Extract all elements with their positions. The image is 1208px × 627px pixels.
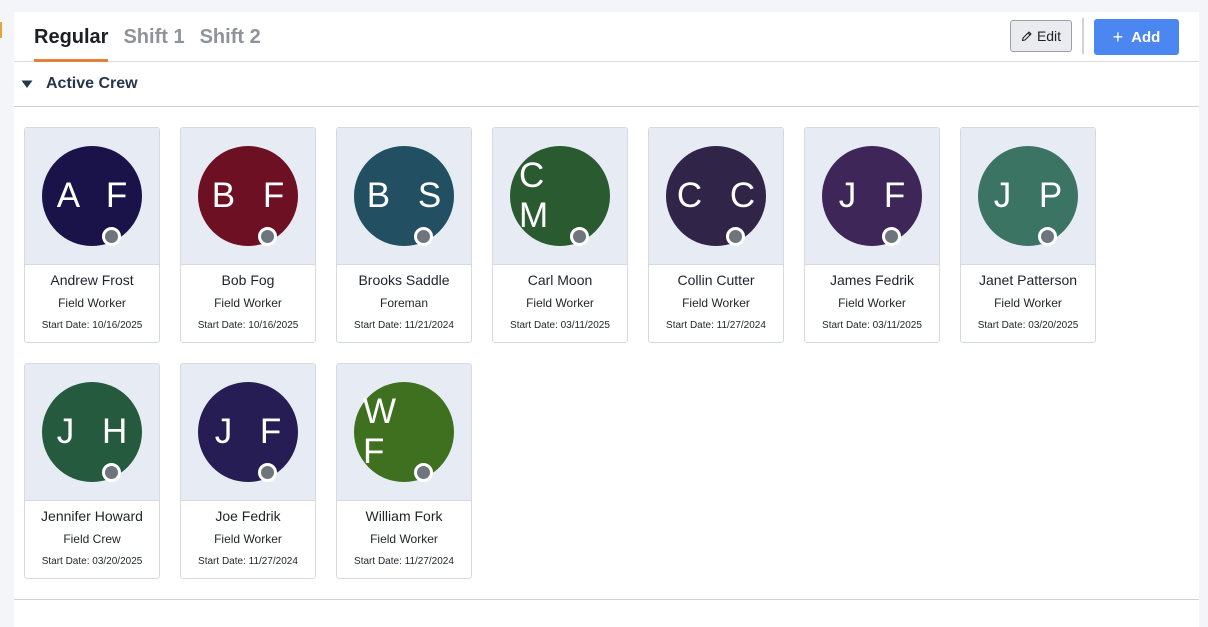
- crew-role: Field Worker: [526, 296, 594, 310]
- tab-shift-1[interactable]: Shift 1: [123, 24, 184, 62]
- crew-card[interactable]: C M Carl Moon Field Worker Start Date: 0…: [492, 127, 628, 343]
- crew-role: Field Worker: [838, 296, 906, 310]
- shift-tabs: Regular Shift 1 Shift 2: [34, 24, 261, 62]
- tab-header: Regular Shift 1 Shift 2 Edit + Add: [14, 12, 1199, 62]
- crew-start-date: Start Date: 10/16/2025: [41, 320, 143, 331]
- card-avatar-area: C M: [493, 128, 627, 265]
- crew-card[interactable]: B F Bob Fog Field Worker Start Date: 10/…: [180, 127, 316, 343]
- bottom-divider: [14, 599, 1199, 600]
- crew-start-date: Start Date: 03/11/2025: [510, 320, 610, 331]
- pencil-icon: [1021, 31, 1032, 42]
- caret-down-icon: [21, 80, 33, 88]
- avatar-initials: J H: [56, 412, 137, 451]
- avatar-initials: C M: [519, 156, 558, 235]
- card-avatar-area: W F: [337, 364, 471, 501]
- avatar: J F: [822, 146, 922, 246]
- status-indicator: [102, 463, 121, 482]
- tab-shift-2[interactable]: Shift 2: [200, 24, 261, 62]
- status-indicator: [258, 227, 277, 246]
- crew-card[interactable]: W F William Fork Field Worker Start Date…: [336, 363, 472, 579]
- crew-card[interactable]: B S Brooks Saddle Foreman Start Date: 11…: [336, 127, 472, 343]
- avatar: B S: [354, 146, 454, 246]
- avatar: A F: [42, 146, 142, 246]
- crew-name: Brooks Saddle: [358, 272, 450, 288]
- card-avatar-area: A F: [25, 128, 159, 265]
- avatar: W F: [354, 382, 454, 482]
- crew-name: Janet Patterson: [978, 272, 1078, 288]
- avatar-initials: C C: [676, 176, 765, 215]
- status-indicator: [258, 463, 277, 482]
- avatar: C M: [510, 146, 610, 246]
- card-avatar-area: J F: [181, 364, 315, 501]
- card-avatar-area: B S: [337, 128, 471, 265]
- crew-card[interactable]: A F Andrew Frost Field Worker Start Date…: [24, 127, 160, 343]
- crew-card[interactable]: J P Janet Patterson Field Worker Start D…: [960, 127, 1096, 343]
- crew-grid: A F Andrew Frost Field Worker Start Date…: [24, 127, 1096, 579]
- section-title: Active Crew: [46, 75, 138, 92]
- crew-role: Field Worker: [214, 532, 282, 546]
- crew-start-date: Start Date: 03/11/2025: [822, 320, 922, 331]
- crew-role: Foreman: [379, 296, 429, 310]
- crew-start-date: Start Date: 03/20/2025: [41, 556, 143, 567]
- crew-card[interactable]: C C Collin Cutter Field Worker Start Dat…: [648, 127, 784, 343]
- crew-start-date: Start Date: 11/21/2024: [354, 320, 454, 331]
- edit-button[interactable]: Edit: [1010, 20, 1072, 52]
- crew-role: Field Worker: [58, 296, 126, 310]
- card-avatar-area: J F: [805, 128, 939, 265]
- card-avatar-area: J H: [25, 364, 159, 501]
- avatar-initials: B F: [211, 176, 294, 215]
- avatar: J H: [42, 382, 142, 482]
- crew-role: Field Worker: [682, 296, 750, 310]
- crew-name: Joe Fedrik: [215, 508, 281, 524]
- crew-start-date: Start Date: 11/27/2024: [666, 320, 766, 331]
- edit-label: Edit: [1036, 28, 1062, 44]
- status-indicator: [570, 227, 589, 246]
- toolbar-divider: [1082, 18, 1084, 54]
- crew-panel: Regular Shift 1 Shift 2 Edit + Add Activ…: [14, 12, 1199, 627]
- status-indicator: [414, 463, 433, 482]
- card-avatar-area: C C: [649, 128, 783, 265]
- crew-role: Field Worker: [994, 296, 1062, 310]
- crew-name: James Fedrik: [829, 272, 915, 288]
- crew-card[interactable]: J H Jennifer Howard Field Crew Start Dat…: [24, 363, 160, 579]
- crew-name: Jennifer Howard: [41, 508, 143, 524]
- avatar-initials: W F: [363, 392, 406, 471]
- add-label: Add: [1131, 28, 1161, 46]
- crew-start-date: Start Date: 10/16/2025: [197, 320, 299, 331]
- avatar-initials: J F: [838, 176, 915, 215]
- avatar: J F: [198, 382, 298, 482]
- avatar: B F: [198, 146, 298, 246]
- status-indicator: [882, 227, 901, 246]
- avatar-initials: J P: [993, 176, 1072, 215]
- crew-card[interactable]: J F James Fedrik Field Worker Start Date…: [804, 127, 940, 343]
- card-avatar-area: J P: [961, 128, 1095, 265]
- avatar-initials: J F: [214, 412, 291, 451]
- status-indicator: [414, 227, 433, 246]
- crew-start-date: Start Date: 11/27/2024: [198, 556, 298, 567]
- avatar-initials: B S: [366, 176, 451, 215]
- status-indicator: [102, 227, 121, 246]
- crew-name: Collin Cutter: [677, 272, 755, 288]
- crew-start-date: Start Date: 03/20/2025: [977, 320, 1079, 331]
- crew-name: Bob Fog: [221, 272, 275, 288]
- plus-icon: +: [1112, 27, 1124, 47]
- avatar-initials: A F: [56, 176, 137, 215]
- add-button[interactable]: + Add: [1094, 19, 1179, 55]
- crew-role: Field Worker: [214, 296, 282, 310]
- left-accent-bar: [0, 22, 2, 38]
- card-avatar-area: B F: [181, 128, 315, 265]
- crew-name: William Fork: [365, 508, 443, 524]
- status-indicator: [1038, 227, 1057, 246]
- tab-regular[interactable]: Regular: [34, 24, 109, 62]
- avatar: C C: [666, 146, 766, 246]
- crew-start-date: Start Date: 11/27/2024: [354, 556, 454, 567]
- crew-role: Field Worker: [370, 532, 438, 546]
- crew-card[interactable]: J F Joe Fedrik Field Worker Start Date: …: [180, 363, 316, 579]
- avatar: J P: [978, 146, 1078, 246]
- crew-name: Andrew Frost: [50, 272, 134, 288]
- active-crew-toggle[interactable]: Active Crew: [14, 62, 1199, 107]
- crew-role: Field Crew: [63, 532, 121, 546]
- crew-name: Carl Moon: [527, 272, 593, 288]
- status-indicator: [726, 227, 745, 246]
